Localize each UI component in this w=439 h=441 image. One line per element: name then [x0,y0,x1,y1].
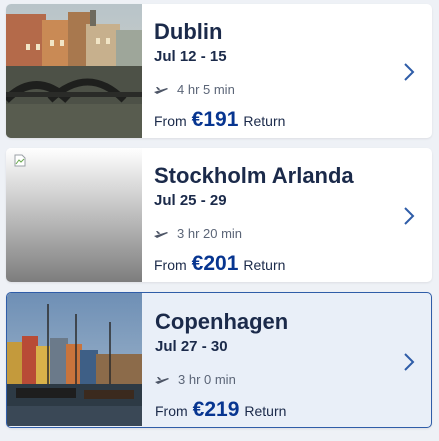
destination-city: Stockholm Arlanda [154,163,354,188]
duration-text: 3 hr 20 min [177,226,243,241]
flight-duration: 4 hr 5 min [154,82,235,97]
price-line: From €219 Return [155,398,286,422]
destination-card-dublin[interactable]: Dublin Jul 12 - 15 4 hr 5 min From €191 … [6,4,432,138]
destination-card-copenhagen[interactable]: Copenhagen Jul 27 - 30 3 hr 0 min From €… [6,292,432,428]
price-amount: €191 [191,108,239,131]
price-amount: €219 [192,398,240,421]
price-amount: €201 [191,252,239,275]
destination-city: Dublin [154,19,223,44]
travel-dates: Jul 25 - 29 [154,192,227,209]
destination-photo-dublin [6,4,142,138]
duration-text: 3 hr 0 min [178,372,236,387]
from-label: From [154,113,187,129]
flight-duration: 3 hr 0 min [155,372,236,387]
return-label: Return [244,403,287,419]
from-label: From [155,403,188,419]
price-line: From €201 Return [154,252,285,276]
travel-dates: Jul 12 - 15 [154,48,227,65]
destination-photo-copenhagen [7,293,142,426]
plane-icon [155,376,169,384]
chevron-right-icon[interactable] [402,205,416,227]
from-label: From [154,257,187,273]
plane-icon [154,230,168,238]
destination-city: Copenhagen [155,309,289,334]
duration-text: 4 hr 5 min [177,82,235,97]
destination-card-stockholm-arlanda[interactable]: Stockholm Arlanda Jul 25 - 29 3 hr 20 mi… [6,148,432,282]
chevron-right-icon[interactable] [402,351,416,373]
chevron-right-icon[interactable] [402,61,416,83]
plane-icon [154,86,168,94]
return-label: Return [243,113,286,129]
return-label: Return [243,257,286,273]
broken-image-icon [14,154,26,167]
price-line: From €191 Return [154,108,285,132]
travel-dates: Jul 27 - 30 [155,338,228,355]
flight-duration: 3 hr 20 min [154,226,242,241]
destination-photo-stockholm [6,148,142,282]
